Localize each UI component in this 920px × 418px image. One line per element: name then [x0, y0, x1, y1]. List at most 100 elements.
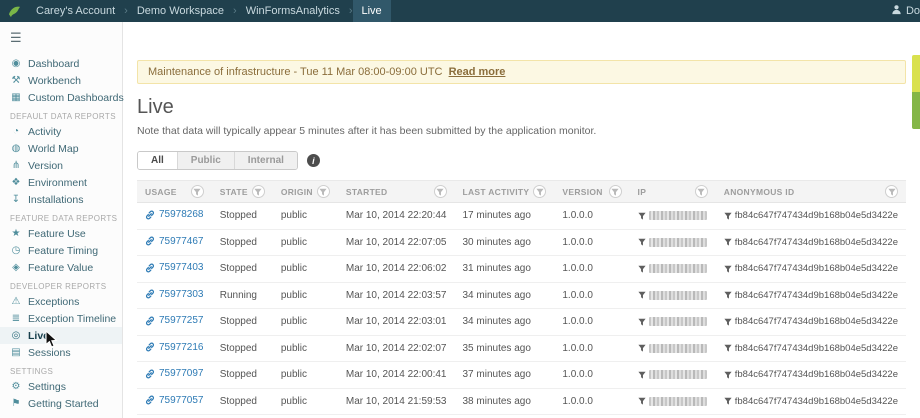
- filter-by-ip-icon[interactable]: [637, 291, 646, 299]
- sidebar-item-label: Version: [28, 159, 64, 172]
- filter-by-ip-icon[interactable]: [637, 371, 646, 379]
- sidebar-item-label: Workbench: [28, 74, 81, 87]
- column-header-usage: USAGE: [137, 180, 212, 203]
- filter-by-anonymous-id-icon[interactable]: [724, 291, 732, 299]
- anonymous-id-value: fb84c647f747434d9b168b04e5d3422e: [734, 210, 898, 222]
- tab-public[interactable]: Public: [176, 152, 234, 169]
- column-filter-icon[interactable]: [694, 185, 708, 198]
- ip-cell: [629, 202, 716, 230]
- usage-link[interactable]: 75977057: [145, 395, 204, 406]
- sidebar-item-workbench[interactable]: ⚒ Workbench: [0, 72, 122, 89]
- column-header-version: VERSION: [554, 180, 630, 203]
- anonymous-id-value: fb84c647f747434d9b168b04e5d3422e: [734, 316, 898, 328]
- column-label: VERSION: [562, 186, 603, 197]
- filter-by-anonymous-id-icon[interactable]: [724, 238, 732, 246]
- anonymous-id-value: fb84c647f747434d9b168b04e5d3422e: [734, 395, 898, 407]
- column-filter-icon[interactable]: [190, 185, 204, 198]
- sidebar-item-settings[interactable]: ⚙ Settings: [0, 378, 122, 395]
- filter-by-anonymous-id-icon[interactable]: [724, 265, 732, 273]
- column-filter-icon[interactable]: [251, 185, 265, 198]
- usage-cell: 75977216: [137, 335, 212, 362]
- version-cell: 1.0.0.0: [554, 255, 630, 283]
- sidebar-item-sessions[interactable]: ▤ Sessions: [0, 344, 122, 361]
- started-cell: Mar 10, 2014 22:00:41: [337, 361, 455, 389]
- sidebar-item-feature-value[interactable]: ◈ Feature Value: [0, 259, 122, 276]
- tab-all[interactable]: All: [138, 152, 177, 169]
- usage-link[interactable]: 75978268: [145, 209, 204, 220]
- filter-by-ip-icon[interactable]: [637, 212, 646, 220]
- menu-toggle-icon[interactable]: ☰: [0, 30, 122, 55]
- filter-by-anonymous-id-icon[interactable]: [724, 212, 732, 220]
- ip-value-redacted: [648, 396, 707, 406]
- sidebar-item-label: Dashboard: [28, 57, 80, 70]
- filter-by-ip-icon[interactable]: [637, 238, 646, 246]
- sidebar-item-version[interactable]: ⋔ Version: [0, 157, 122, 174]
- usage-link[interactable]: 75977303: [145, 289, 204, 300]
- breadcrumb-carey-s-account[interactable]: Carey's Account: [27, 0, 124, 22]
- column-filter-icon[interactable]: [316, 185, 330, 198]
- filter-by-anonymous-id-icon[interactable]: [724, 344, 732, 352]
- environment-icon: ❖: [11, 177, 21, 188]
- filter-by-ip-icon[interactable]: [637, 265, 646, 273]
- breadcrumb: Carey's Account › Demo Workspace › WinFormsA…: [27, 0, 391, 22]
- column-header-ip: IP: [629, 180, 716, 203]
- filter-by-ip-icon[interactable]: [637, 397, 646, 405]
- filter-by-ip-icon[interactable]: [637, 318, 646, 326]
- topbar: Carey's Account › Demo Workspace › WinFormsA…: [0, 0, 920, 22]
- column-filter-icon[interactable]: [885, 185, 898, 198]
- ip-cell: [629, 308, 716, 336]
- sidebar-item-environment[interactable]: ❖ Environment: [0, 174, 122, 191]
- state-cell: Stopped: [211, 388, 273, 415]
- usage-link[interactable]: 75977097: [145, 368, 204, 379]
- sidebar-item-activity[interactable]: ◔ Activity: [0, 123, 122, 140]
- usage-link[interactable]: 75977216: [145, 342, 204, 353]
- sidebar-item-feature-timing[interactable]: ◷ Feature Timing: [0, 242, 122, 259]
- topbar-account[interactable]: Do: [891, 4, 920, 18]
- sidebar-section-header-feature-data-reports: FEATURE DATA REPORTS: [10, 214, 118, 223]
- tab-internal[interactable]: Internal: [233, 152, 297, 169]
- sidebar-item-exception-timeline[interactable]: ≣ Exception Timeline: [0, 310, 122, 327]
- sidebar-item-live[interactable]: ◎ Live: [0, 327, 122, 344]
- column-label: ORIGIN: [280, 186, 313, 197]
- origin-cell: public: [272, 414, 338, 418]
- column-filter-icon[interactable]: [433, 185, 447, 198]
- usage-link[interactable]: 75977403: [145, 262, 204, 273]
- sidebar-item-getting-started[interactable]: ⚑ Getting Started: [0, 395, 122, 412]
- usage-id: 75977467: [159, 235, 204, 247]
- account-label: Do: [905, 5, 920, 17]
- info-icon[interactable]: i: [306, 154, 320, 167]
- column-label: USAGE: [145, 186, 177, 197]
- sidebar-item-custom-dashboards[interactable]: ▦ Custom Dashboards: [0, 89, 123, 106]
- filter-by-anonymous-id-icon[interactable]: [724, 318, 732, 326]
- ip-cell: [629, 335, 716, 362]
- usage-link[interactable]: 75977257: [145, 315, 204, 326]
- table-body: 75978268 Stopped public Mar 10, 2014 22:20:…: [137, 202, 906, 418]
- usage-id: 75978268: [159, 209, 204, 220]
- sidebar-item-installations[interactable]: ↧ Installations: [0, 191, 122, 208]
- filter-by-ip-icon[interactable]: [637, 344, 646, 352]
- breadcrumb-live[interactable]: Live: [352, 0, 391, 22]
- column-filter-icon[interactable]: [533, 185, 547, 198]
- breadcrumb-demo-workspace[interactable]: Demo Workspace: [128, 0, 233, 22]
- read-more-link[interactable]: Read more: [449, 66, 506, 78]
- filter-by-anonymous-id-icon[interactable]: [724, 371, 732, 379]
- usage-link[interactable]: 75977467: [145, 236, 204, 247]
- column-filter-icon[interactable]: [608, 185, 622, 198]
- table-row: 75977026StoppedpublicMar 10, 2014 21:59:…: [137, 414, 906, 418]
- ip-cell: [629, 388, 716, 415]
- sidebar-item-exceptions[interactable]: ⚠ Exceptions: [0, 293, 122, 310]
- feature-use-icon: ★: [11, 228, 21, 239]
- breadcrumb-winformsanalytics[interactable]: WinFormsAnalytics: [237, 0, 349, 22]
- sidebar-item-world-map[interactable]: ◍ World Map: [0, 140, 122, 157]
- table-row: 75977403 Stopped public Mar 10, 2014 22:06:…: [137, 255, 906, 283]
- anonymous-id-cell: fb84c647f747434d9b168b04e5d3422e: [715, 282, 906, 309]
- sidebar-item-dashboard[interactable]: ◉ Dashboard: [0, 55, 122, 72]
- state-cell: Stopped: [211, 229, 273, 256]
- origin-cell: public: [272, 388, 338, 415]
- sidebar-item-feature-use[interactable]: ★ Feature Use: [0, 225, 122, 242]
- filter-by-anonymous-id-icon[interactable]: [724, 397, 732, 405]
- column-label: LAST ACTIVITY: [462, 186, 530, 197]
- state-cell: Stopped: [211, 308, 273, 336]
- feedback-tab[interactable]: [912, 55, 920, 129]
- ip-value-redacted: [648, 343, 707, 353]
